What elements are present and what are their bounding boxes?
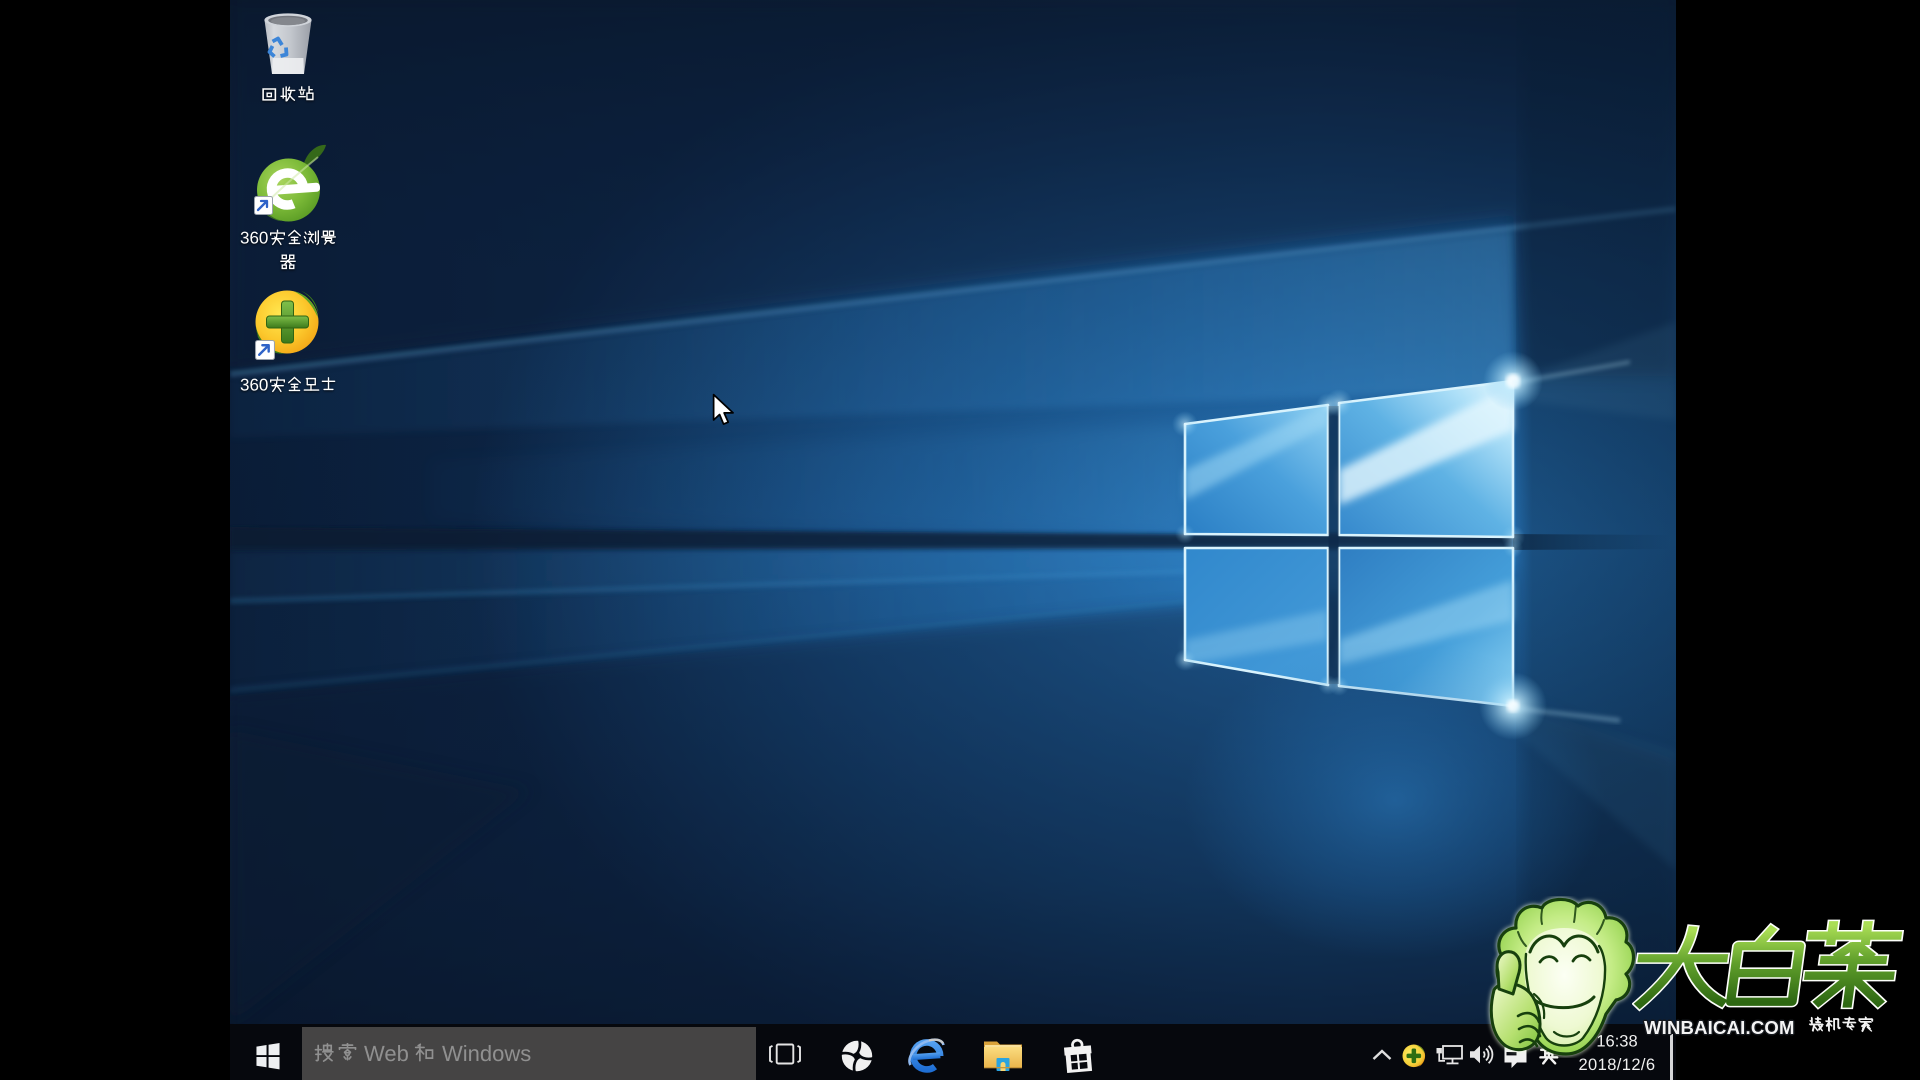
svg-text:Windows: Windows — [442, 1041, 531, 1066]
svg-text:Web: Web — [364, 1041, 409, 1066]
svg-text:360: 360 — [240, 229, 268, 248]
svg-text:360: 360 — [240, 376, 268, 395]
svg-text:2018/12/6: 2018/12/6 — [1578, 1056, 1655, 1074]
